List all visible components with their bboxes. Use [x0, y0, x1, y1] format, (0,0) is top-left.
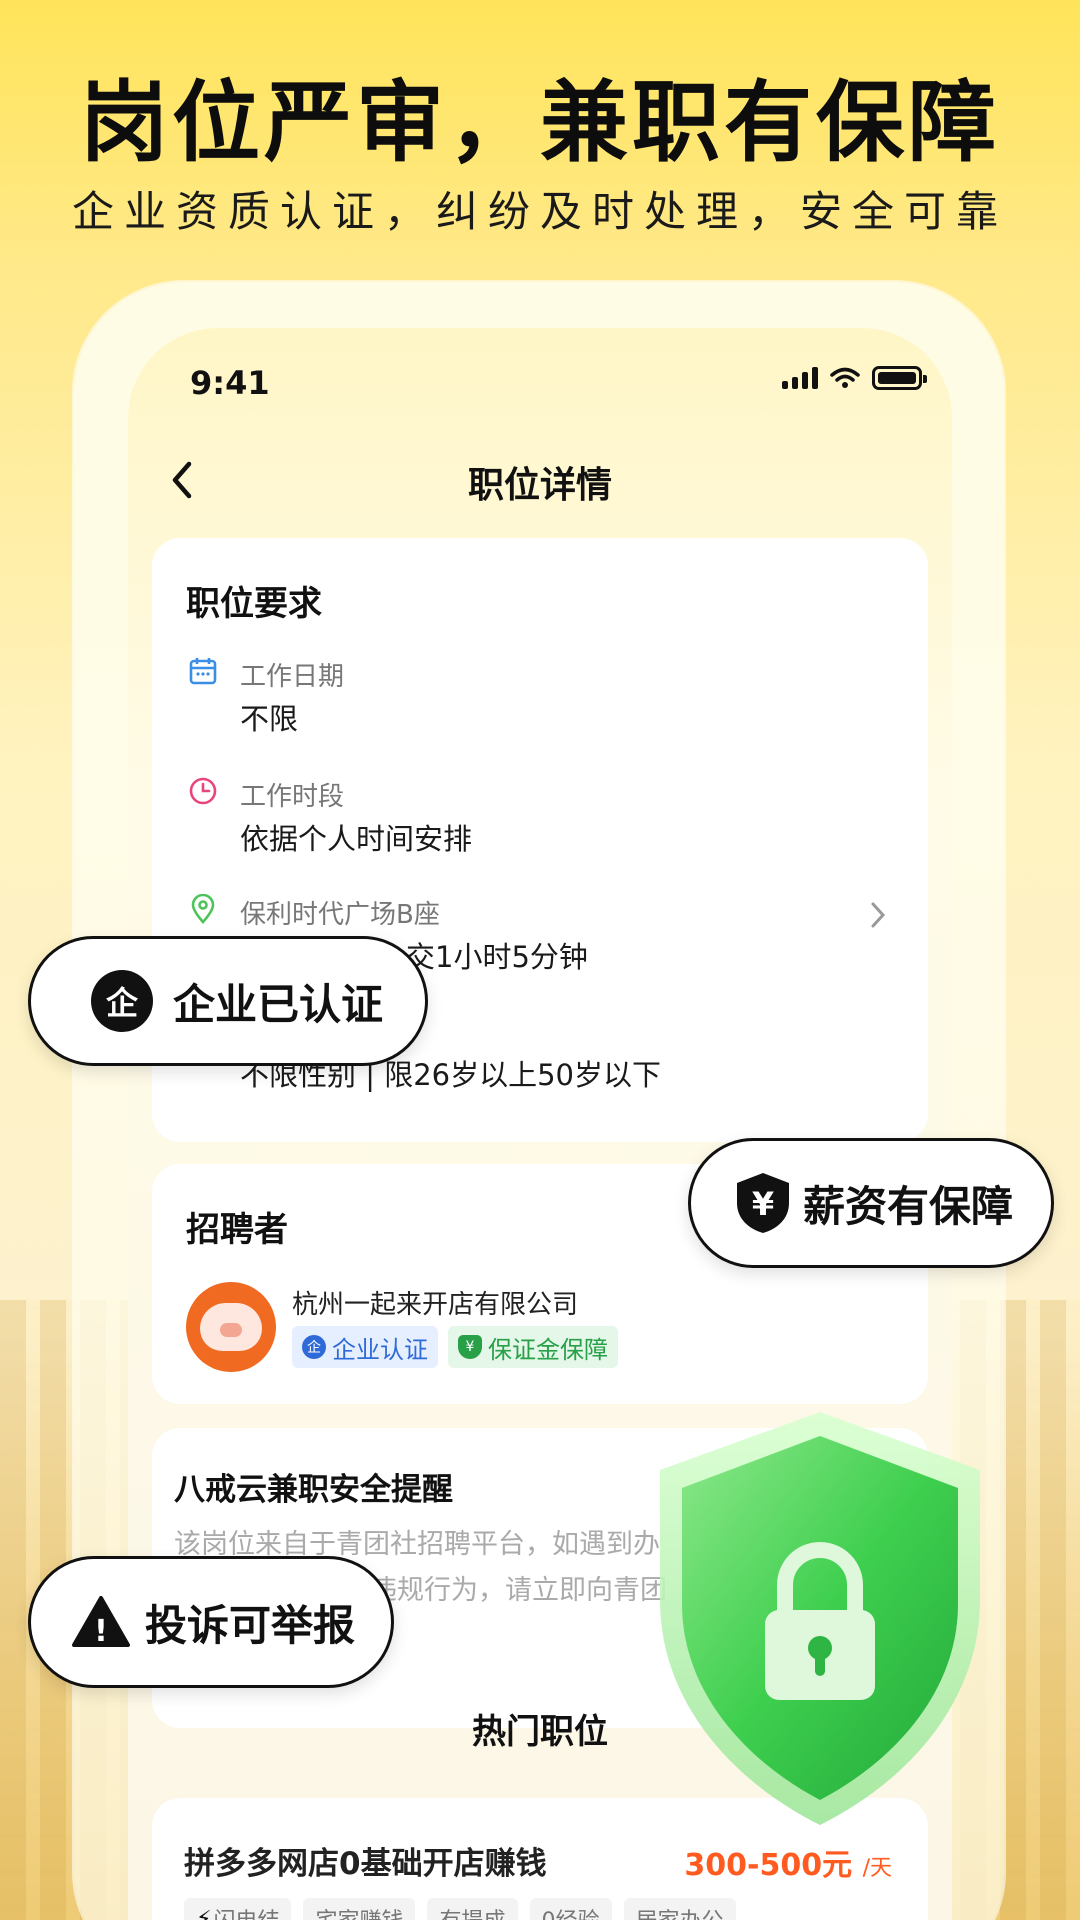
company-badges: 企 企业认证 ¥ 保证金保障	[292, 1326, 618, 1368]
job-pay-amount: 300-500元	[684, 1848, 853, 1883]
status-time: 9:41	[190, 364, 270, 402]
status-icons	[782, 366, 927, 390]
promo-subline: 企业资质认证，纠纷及时处理，安全可靠	[71, 187, 1008, 236]
carousel-dots	[486, 1808, 602, 1820]
promo-headline: 岗位严审，兼职有保障	[79, 71, 1000, 174]
job-name: 拼多多网店0基础开店赚钱	[184, 1846, 547, 1882]
svg-text:!: !	[94, 1614, 108, 1649]
commute-value: 交1小时5分钟	[406, 940, 588, 974]
deposit-guarantee-label: 保证金保障	[488, 1335, 608, 1364]
location-pin-icon	[191, 894, 215, 924]
page-title: 职位详情	[467, 465, 612, 506]
job-tag: 有提成	[427, 1898, 518, 1920]
report-callout: ! 投诉可举报	[28, 1556, 394, 1688]
carousel-dot[interactable]	[538, 1808, 550, 1820]
recruiter-title: 招聘者	[186, 1202, 288, 1253]
carousel-dot[interactable]	[486, 1808, 498, 1820]
enterprise-verified-callout: 企 企业已认证	[28, 936, 428, 1066]
company-name: 杭州一起来开店有限公司	[292, 1290, 579, 1320]
chevron-right-icon	[871, 902, 886, 928]
work-date-label: 工作日期	[240, 662, 345, 692]
pig-mascot-icon	[200, 1303, 262, 1351]
shield-yen-icon: ¥	[458, 1335, 482, 1359]
carousel-dot[interactable]	[564, 1808, 576, 1820]
work-hours-label: 工作时段	[240, 782, 345, 812]
battery-icon	[872, 366, 927, 390]
warning-icon: !	[72, 1596, 130, 1649]
wifi-icon	[830, 367, 860, 388]
job-tag: ⚡闪电结	[184, 1898, 292, 1920]
job-pay: 300-500元 /天	[684, 1840, 892, 1884]
requirements-title: 职位要求	[186, 576, 322, 627]
work-date-row: 工作日期 不限	[188, 656, 888, 736]
enterprise-icon: 企	[91, 970, 153, 1032]
shield-yen-icon: ¥	[737, 1173, 789, 1233]
enterprise-icon: 企	[302, 1335, 326, 1359]
job-tag: 居家办公	[623, 1898, 736, 1920]
report-text: 投诉可举报	[145, 1600, 356, 1650]
signal-icon	[782, 367, 818, 389]
enterprise-verified-text: 企业已认证	[173, 979, 384, 1029]
work-date-value: 不限	[240, 702, 299, 736]
calendar-icon	[189, 658, 217, 685]
carousel-dot[interactable]	[512, 1808, 524, 1820]
security-shield-lock-icon	[660, 1412, 980, 1825]
job-tag: 0经验	[529, 1898, 612, 1920]
clock-icon	[189, 777, 217, 805]
salary-guarantee-callout: ¥ 薪资有保障	[688, 1138, 1054, 1268]
deposit-guarantee-badge: ¥ 保证金保障	[448, 1326, 618, 1368]
enterprise-verified-badge: 企 企业认证	[292, 1326, 438, 1368]
job-tag: 宅家赚钱	[303, 1898, 416, 1920]
work-hours-value: 依据个人时间安排	[240, 822, 473, 856]
svg-text:¥: ¥	[752, 1185, 774, 1223]
location-label: 保利时代广场B座	[240, 900, 440, 930]
safety-title: 八戒云兼职安全提醒	[174, 1472, 453, 1508]
salary-guarantee-text: 薪资有保障	[803, 1181, 1014, 1231]
company-logo	[186, 1282, 276, 1372]
job-pay-unit: /天	[862, 1856, 892, 1881]
job-tags: ⚡闪电结 宅家赚钱 有提成 0经验 居家办公	[184, 1898, 736, 1920]
work-hours-row: 工作时段 依据个人时间安排	[188, 776, 888, 856]
enterprise-verified-label: 企业认证	[332, 1335, 428, 1364]
lightning-icon: ⚡	[196, 1906, 212, 1920]
carousel-dot-active[interactable]	[590, 1808, 602, 1820]
